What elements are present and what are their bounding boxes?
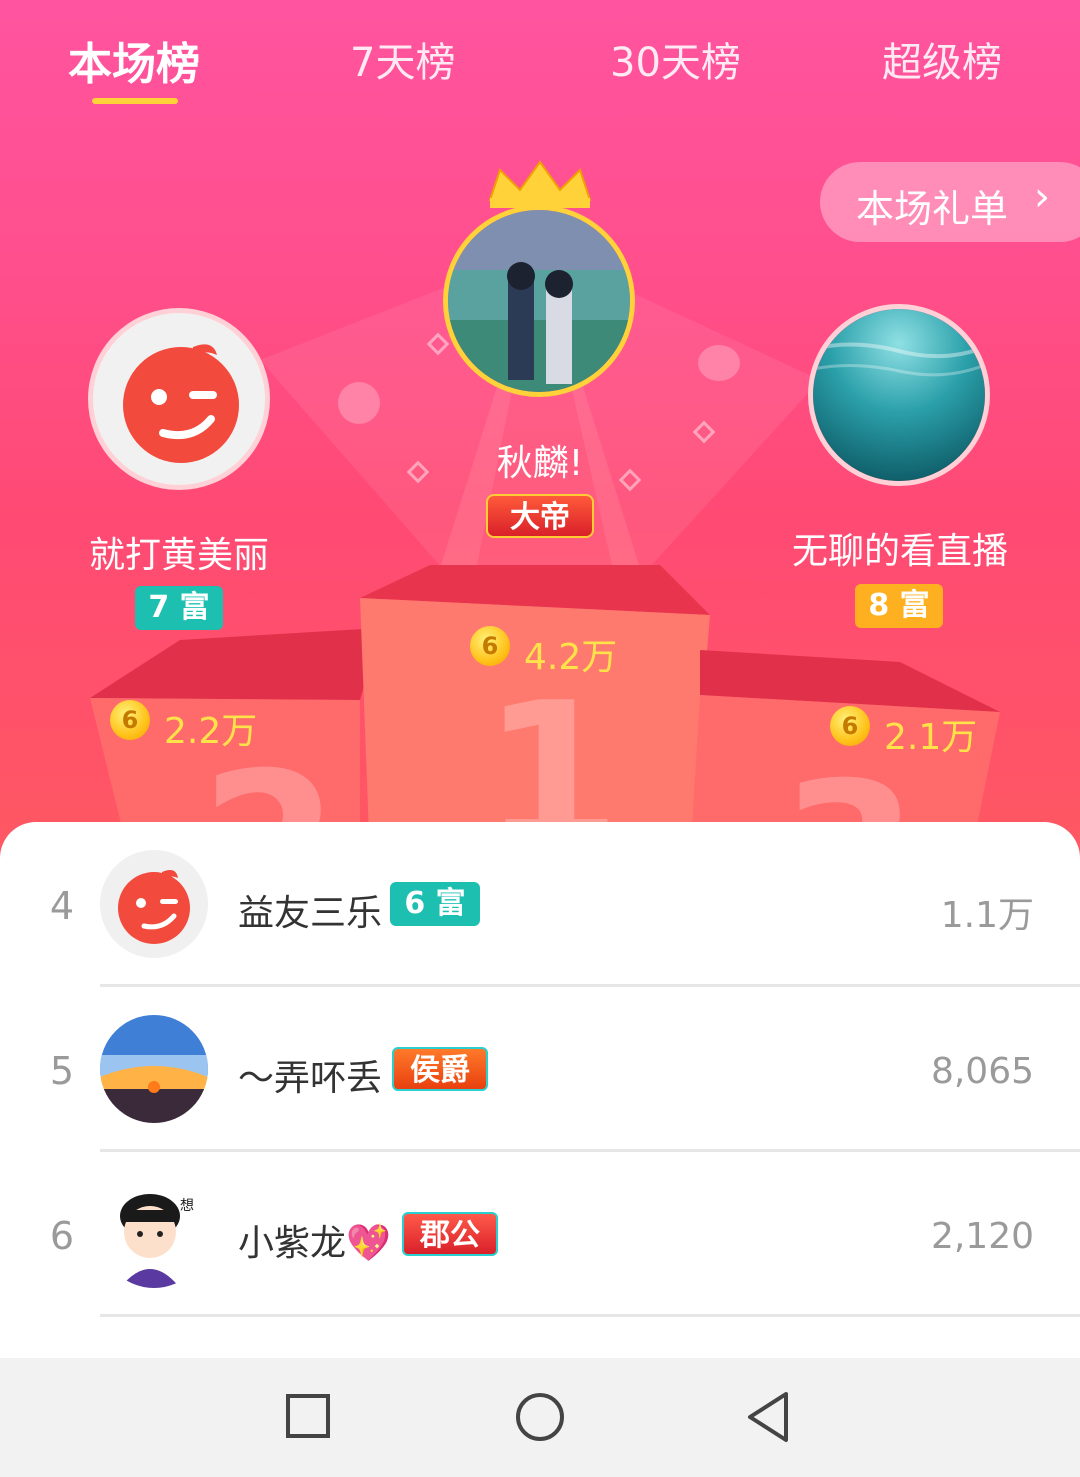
rank-1-amount: 4.2万 (524, 637, 618, 678)
rank-number: 4 (49, 884, 75, 928)
divider (100, 1314, 1080, 1317)
noble-badge-marquis: 侯爵 (392, 1047, 488, 1091)
rich-level-badge: 6 富 (390, 882, 480, 926)
crown-icon (488, 160, 592, 208)
list-item[interactable]: 6 想 小紫龙💖 郡公 2,120 (0, 1152, 1080, 1317)
rank-number: 5 (49, 1049, 75, 1093)
noble-badge-emperor: 大帝 (486, 494, 594, 538)
rank-3-amount: 2.1万 (884, 717, 978, 758)
avatar-rank-1[interactable] (443, 205, 635, 397)
rich-level-label: 7 富 (148, 590, 210, 625)
leaderboard-hero: 本场榜 7天榜 30天榜 超级榜 本场礼单 › 1 2 3 秋麟! 大帝 6 4… (0, 0, 1080, 860)
rank-number: 6 (49, 1214, 75, 1258)
home-button[interactable] (510, 1388, 570, 1448)
list-item[interactable]: 5 ～弄吥丢 侯爵 8,065 (0, 987, 1080, 1152)
svg-text:想: 想 (180, 1198, 194, 1214)
list-item[interactable]: 4 益友三乐 6 富 1.1万 (0, 822, 1080, 987)
rank-1-name: 秋麟! (496, 443, 584, 484)
rich-level-label: 8 富 (868, 588, 930, 623)
user-name: 益友三乐 (238, 893, 383, 934)
avatar[interactable] (100, 850, 208, 958)
avatar[interactable]: 想 (100, 1180, 208, 1288)
rank-3-name: 无聊的看直播 (791, 531, 1008, 572)
user-name: 小紫龙💖 (238, 1223, 391, 1264)
rich-level-label: 6 富 (404, 886, 466, 921)
avatar-rank-2[interactable] (88, 308, 270, 490)
coin-icon: 6 (830, 706, 870, 746)
coin-icon: 6 (110, 700, 150, 740)
rank-2-name: 就打黄美丽 (88, 535, 269, 576)
noble-badge-label: 大帝 (510, 500, 570, 535)
user-name: ～弄吥丢 (238, 1058, 383, 1099)
back-button[interactable] (740, 1388, 800, 1448)
rich-level-badge: 8 富 (855, 584, 943, 628)
contribution-value: 8,065 (930, 1051, 1034, 1092)
recent-apps-button[interactable] (280, 1388, 340, 1448)
coin-icon: 6 (470, 626, 510, 666)
noble-badge-label: 郡公 (420, 1218, 480, 1253)
rich-level-badge: 7 富 (135, 586, 223, 630)
avatar[interactable] (100, 1015, 208, 1123)
noble-badge-label: 侯爵 (410, 1053, 470, 1088)
avatar-rank-3[interactable] (808, 304, 990, 486)
contribution-value: 1.1万 (940, 895, 1034, 936)
noble-badge-duke: 郡公 (402, 1212, 498, 1256)
ranking-list: 4 益友三乐 6 富 1.1万 5 ～弄吥丢 侯爵 8,065 6 想 小紫龙💖… (0, 822, 1080, 1362)
contribution-value: 2,120 (930, 1216, 1034, 1257)
rank-2-amount: 2.2万 (164, 711, 258, 752)
system-navigation-bar (0, 1358, 1080, 1477)
